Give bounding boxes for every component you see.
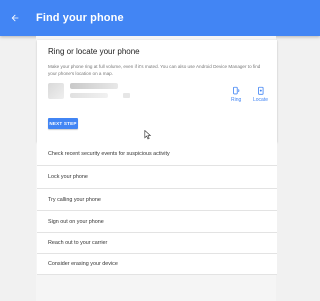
option-reach-carrier[interactable]: Reach out to your carrier [37, 233, 277, 254]
arrow-back-icon[interactable] [8, 11, 22, 25]
ring-label: Ring [231, 97, 242, 103]
option-erase-device[interactable]: Consider erasing your device [37, 254, 277, 275]
option-label: Sign out on your phone [48, 218, 104, 225]
page-title: Find your phone [36, 12, 124, 24]
phone-ring-icon [233, 86, 240, 95]
card-heading: Ring or locate your phone [48, 47, 140, 56]
device-details-blurred [70, 93, 108, 98]
option-label: Consider erasing your device [48, 261, 118, 267]
next-step-button[interactable]: NEXT STEP [48, 118, 78, 129]
option-sign-out[interactable]: Sign out on your phone [37, 211, 277, 233]
device-image [48, 83, 64, 99]
card-description: Make your phone ring at full volume, eve… [48, 64, 261, 76]
ring-button[interactable]: Ring [231, 86, 241, 103]
locate-label: Locate [253, 97, 269, 103]
option-label: Check recent security events for suspici… [48, 150, 170, 157]
option-label: Lock your phone [48, 174, 88, 180]
option-label: Reach out to your carrier [48, 240, 108, 246]
ring-locate-card: Ring or locate your phone Make your phon… [37, 40, 277, 142]
option-lock-phone[interactable]: Lock your phone [37, 166, 277, 189]
mouse-cursor-icon [144, 130, 152, 140]
device-badge-blurred [123, 93, 130, 98]
locate-icon [257, 86, 263, 95]
app-bar: Find your phone [0, 0, 320, 36]
option-security-events[interactable]: Check recent security events for suspici… [37, 142, 277, 166]
option-label: Try calling your phone [48, 196, 101, 203]
option-call-phone[interactable]: Try calling your phone [37, 189, 277, 211]
locate-button[interactable]: Locate [253, 86, 268, 103]
device-name-blurred [70, 83, 118, 89]
